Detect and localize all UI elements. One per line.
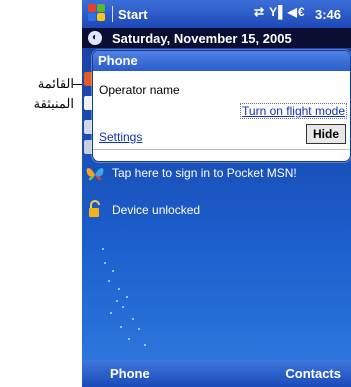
clock[interactable]: 3:46 [315, 7, 341, 22]
phone-popup-menu: Phone Operator name Turn on flight mode … [92, 50, 351, 162]
title-bar: Start ⇄ Y▌◀€ 3:46 [82, 0, 351, 28]
title-separator [112, 6, 113, 22]
start-menu-title[interactable]: Start [118, 7, 148, 22]
popup-title: Phone [93, 51, 350, 71]
settings-link[interactable]: Settings [99, 130, 142, 144]
windows-start-icon[interactable] [87, 3, 107, 23]
softkey-bar: Phone Contacts [82, 360, 351, 387]
phone-softkey[interactable]: Phone [110, 366, 150, 381]
device-lock-row[interactable]: Device unlocked [82, 198, 351, 220]
status-icons[interactable]: ⇄ Y▌◀€ [254, 5, 306, 19]
unlocked-padlock-icon [89, 200, 100, 217]
contacts-softkey[interactable]: Contacts [285, 366, 341, 381]
msn-butterfly-icon [86, 168, 104, 181]
today-date-row[interactable]: ◐ Saturday, November 15, 2005 [82, 28, 351, 48]
device-unlocked-text[interactable]: Device unlocked [112, 203, 200, 217]
flight-mode-link[interactable]: Turn on flight mode [240, 103, 347, 119]
callout-line-1: القائمة [37, 76, 74, 91]
callout-line-2: المنبثقة [33, 96, 74, 111]
calendar-icon: ◐ [88, 31, 102, 45]
device-screen: Start ⇄ Y▌◀€ 3:46 ◐ Saturday, November 1… [82, 0, 351, 387]
today-date: Saturday, November 15, 2005 [112, 31, 292, 46]
pocket-msn-row[interactable]: Tap here to sign in to Pocket MSN! [82, 160, 351, 184]
hide-button[interactable]: Hide [306, 124, 346, 144]
msn-sign-in-text[interactable]: Tap here to sign in to Pocket MSN! [112, 166, 297, 180]
popup-menu-callout-label: القائمة المنبثقة [2, 74, 74, 114]
operator-name: Operator name [99, 83, 180, 97]
popup-divider [93, 149, 350, 150]
